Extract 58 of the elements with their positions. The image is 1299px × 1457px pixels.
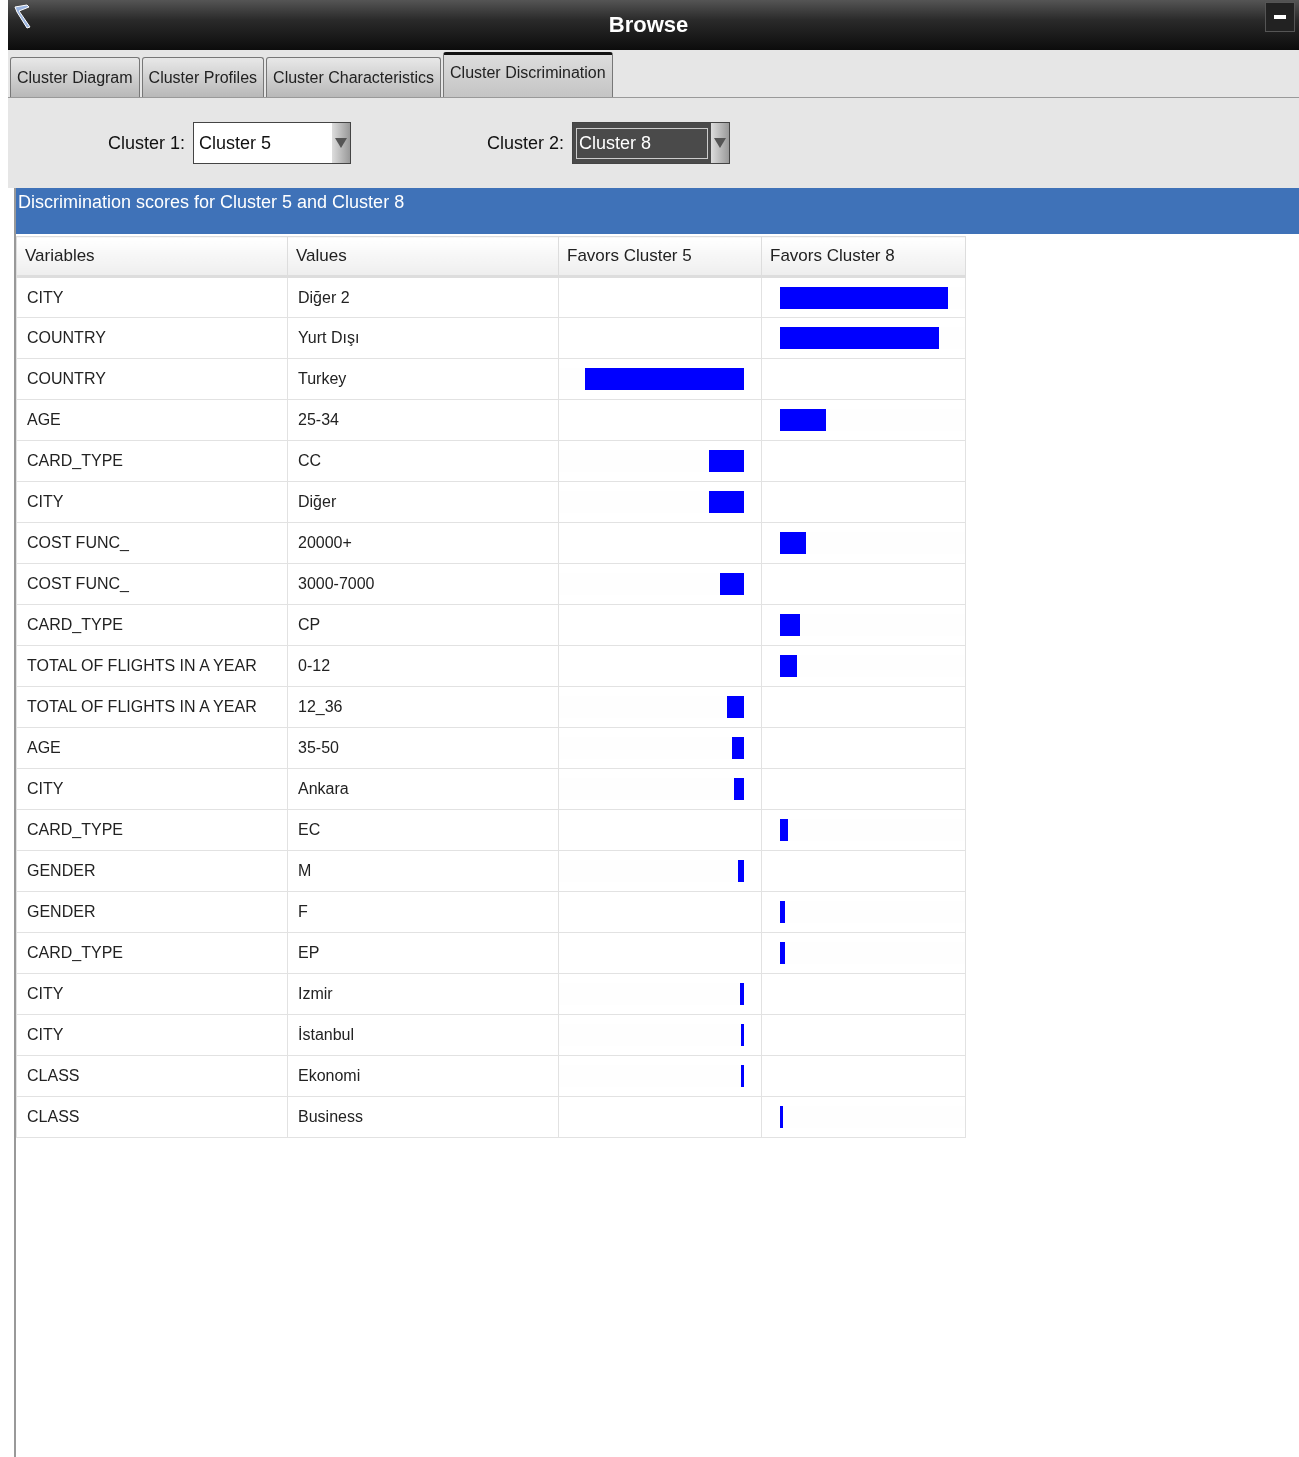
tab[interactable]: Cluster Characteristics — [266, 57, 441, 97]
table-cell: CLASS — [16, 1096, 288, 1138]
table-cell: AGE — [16, 399, 288, 441]
table-cell: Yurt Dışı — [287, 317, 559, 359]
minimize-button[interactable] — [1265, 2, 1295, 32]
table-cell: 20000+ — [287, 522, 559, 564]
selector-label: Cluster 1: — [108, 132, 186, 154]
table-cell: CLASS — [16, 1055, 288, 1097]
table-cell: 25-34 — [287, 399, 559, 441]
cluster-dropdown[interactable]: Cluster 8 — [572, 122, 731, 164]
table-cell: Diğer 2 — [287, 276, 559, 318]
table-cell: COUNTRY — [16, 358, 288, 400]
table-cell: COST FUNC_ — [16, 563, 288, 605]
table-cell: AGE — [16, 727, 288, 769]
table-cell: 0-12 — [287, 645, 559, 687]
selector-label: Cluster 2: — [487, 132, 565, 154]
table-cell: CARD_TYPE — [16, 932, 288, 974]
table-cell: CITY — [16, 973, 288, 1015]
pickaxe-icon — [12, 3, 32, 29]
table-cell: GENDER — [16, 850, 288, 892]
table-cell: 3000-7000 — [287, 563, 559, 605]
table-cell: COST FUNC_ — [16, 522, 288, 564]
table-cell: CARD_TYPE — [16, 604, 288, 646]
column-header[interactable]: Favors Cluster 5 — [558, 236, 762, 277]
panel-title: Discrimination scores for Cluster 5 and Cluster 8 — [18, 192, 405, 212]
table-cell: Business — [287, 1096, 559, 1138]
table-cell: Diğer — [287, 481, 559, 523]
tab[interactable]: Cluster Diagram — [10, 57, 140, 97]
table-cell: M — [287, 850, 559, 892]
table-cell: CARD_TYPE — [16, 440, 288, 482]
table-cell: EP — [287, 932, 559, 974]
table-cell: CARD_TYPE — [16, 809, 288, 851]
tab[interactable]: Cluster Profiles — [141, 57, 265, 97]
table-cell: GENDER — [16, 891, 288, 933]
table-cell: COUNTRY — [16, 317, 288, 359]
table-cell: Ekonomi — [287, 1055, 559, 1097]
cluster-dropdown[interactable]: Cluster 5 — [193, 122, 352, 164]
table-cell: İstanbul — [287, 1014, 559, 1056]
table-cell: Turkey — [287, 358, 559, 400]
table-cell: CITY — [16, 1014, 288, 1056]
table-cell: F — [287, 891, 559, 933]
table-cell: CC — [287, 440, 559, 482]
window-title: Browse — [607, 12, 690, 38]
table-cell: EC — [287, 809, 559, 851]
table-cell: CITY — [16, 481, 288, 523]
table-cell: CITY — [16, 276, 288, 318]
table-cell: 35-50 — [287, 727, 559, 769]
tab[interactable]: Cluster Discrimination — [443, 52, 613, 97]
column-header[interactable]: Favors Cluster 8 — [761, 236, 966, 277]
table-cell: TOTAL OF FLIGHTS IN A YEAR — [16, 645, 288, 687]
column-header[interactable]: Values — [287, 236, 559, 277]
column-header[interactable]: Variables — [16, 236, 288, 277]
table-cell: CITY — [16, 768, 288, 810]
table-cell: TOTAL OF FLIGHTS IN A YEAR — [16, 686, 288, 728]
table-cell: 12_36 — [287, 686, 559, 728]
table-cell: CP — [287, 604, 559, 646]
table-cell: Ankara — [287, 768, 559, 810]
table-cell: Izmir — [287, 973, 559, 1015]
